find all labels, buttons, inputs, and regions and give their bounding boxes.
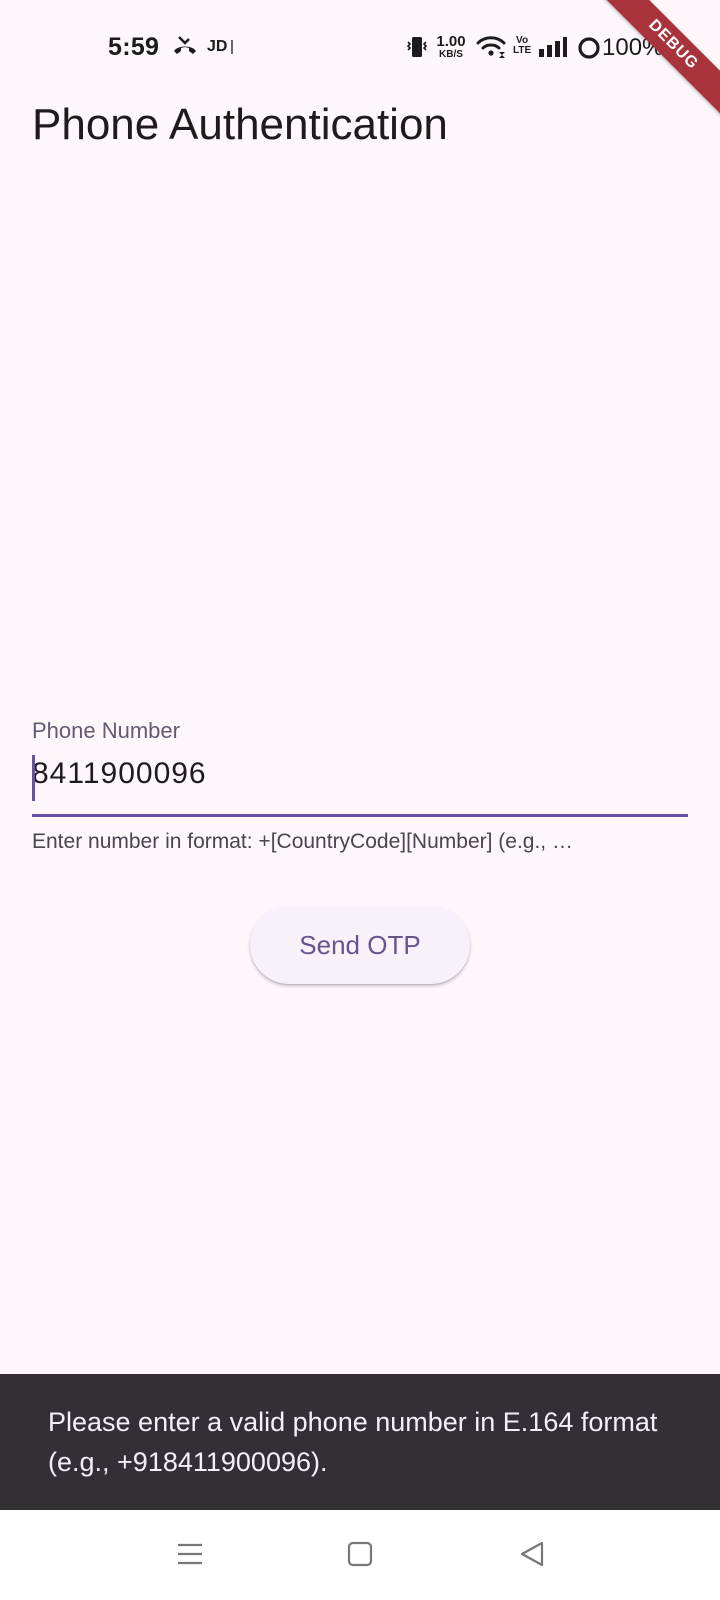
volte-label: Vo LTE [513,36,531,56]
volte-bottom: LTE [513,45,532,56]
system-nav-bar [0,1510,720,1600]
signal-icon [538,36,568,63]
net-speed-value: 1.00 [436,33,466,50]
home-icon [347,1541,373,1567]
net-speed: 1.00 KB/S [433,34,469,60]
battery-ring-icon [577,36,601,65]
net-speed-unit: KB/S [439,49,463,60]
status-bar: 5:59 JD 1.00 KB/S Vo LTE 100% [0,0,720,100]
page-title: Phone Authentication [32,100,448,149]
missed-call-icon [172,34,198,63]
field-underline [32,814,688,817]
menu-icon [178,1543,202,1565]
snackbar: Please enter a valid phone number in E.1… [0,1374,720,1510]
nav-home-button[interactable] [330,1510,390,1600]
nav-back-button[interactable] [502,1510,562,1600]
carrier-separator [231,40,233,54]
snackbar-message: Please enter a valid phone number in E.1… [48,1407,658,1477]
nav-menu-button[interactable] [160,1510,220,1600]
text-cursor [32,755,35,801]
clock: 5:59 [108,33,160,61]
send-otp-button[interactable]: Send OTP [250,906,470,984]
vibrate-icon [405,35,429,64]
screen: 5:59 JD 1.00 KB/S Vo LTE 100% DEBUG Phon… [0,0,720,1600]
back-icon [520,1541,544,1567]
helper-text: Enter number in format: +[CountryCode][N… [32,830,573,853]
phone-number-input[interactable] [32,744,688,804]
carrier-label: JD [207,38,228,55]
wifi-icon [476,34,506,65]
phone-number-label: Phone Number [32,718,180,743]
